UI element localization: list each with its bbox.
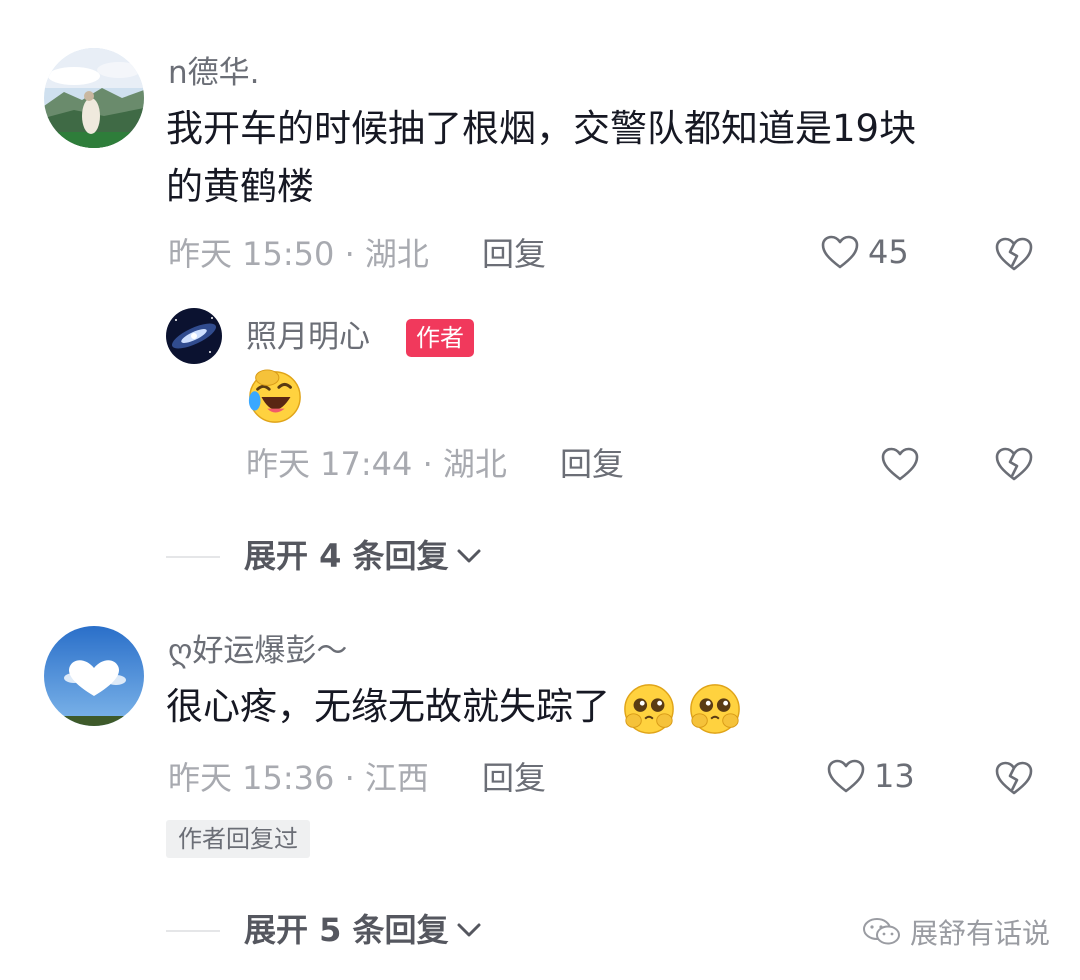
author-replied-tag: 作者回复过: [166, 820, 310, 858]
chevron-down-icon: [457, 549, 481, 563]
heart-icon: [827, 759, 865, 793]
comment-meta: 昨天 15:50 · 湖北: [168, 235, 429, 273]
laughing-crying-face-icon: [248, 369, 301, 423]
avatar[interactable]: [44, 48, 144, 148]
like-count: 45: [868, 233, 909, 271]
like-count: 13: [874, 757, 915, 795]
pleading-face-icon: [689, 683, 740, 734]
divider: [166, 556, 220, 558]
like-button[interactable]: 45: [820, 234, 909, 270]
expand-replies-button[interactable]: 展开 5 条回复: [244, 914, 483, 946]
comment-meta: 昨天 15:36 · 江西: [168, 759, 429, 797]
reply-meta: 昨天 17:44 · 湖北: [246, 445, 507, 483]
author-badge: 作者: [406, 319, 474, 357]
expand-replies-label: 展开 5 条回复: [244, 911, 449, 949]
divider: [166, 930, 220, 932]
comment-username[interactable]: ღ好运爆彭～: [168, 636, 347, 667]
heart-icon[interactable]: [880, 446, 920, 482]
expand-replies-label: 展开 4 条回复: [244, 537, 449, 575]
comment-username[interactable]: n德华.: [168, 58, 260, 89]
watermark: 展舒有话说: [862, 912, 1050, 952]
pleading-face-icon: [623, 683, 674, 734]
comment-text: 很心疼，无缘无故就失踪了: [166, 678, 742, 736]
broken-heart-icon[interactable]: [994, 446, 1034, 482]
comment-text-line: 很心疼，无缘无故就失踪了: [166, 685, 610, 728]
chevron-down-icon: [457, 923, 481, 937]
comment-text: 我开车的时候抽了根烟，交警队都知道是19块 的黄鹤楼: [166, 100, 1036, 216]
broken-heart-icon[interactable]: [994, 236, 1034, 272]
avatar[interactable]: [166, 308, 222, 364]
reply-button[interactable]: 回复: [482, 238, 546, 270]
like-button[interactable]: 13: [826, 758, 915, 794]
landscape-avatar-icon: [44, 48, 144, 148]
avatar[interactable]: [44, 626, 144, 726]
reply-button[interactable]: 回复: [482, 762, 546, 794]
comment-text-line: 我开车的时候抽了根烟，交警队都知道是19块: [166, 107, 917, 150]
comment-text-line: 的黄鹤楼: [166, 165, 314, 208]
expand-replies-button[interactable]: 展开 4 条回复: [244, 540, 483, 572]
reply-username[interactable]: 照月明心: [246, 322, 370, 353]
heart-icon: [821, 235, 859, 269]
reply-button[interactable]: 回复: [560, 448, 624, 480]
heart-cloud-avatar-icon: [44, 626, 144, 726]
galaxy-avatar-icon: [166, 308, 222, 364]
wechat-icon: [863, 918, 900, 945]
broken-heart-icon[interactable]: [994, 760, 1034, 796]
watermark-text: 展舒有话说: [910, 917, 1051, 950]
